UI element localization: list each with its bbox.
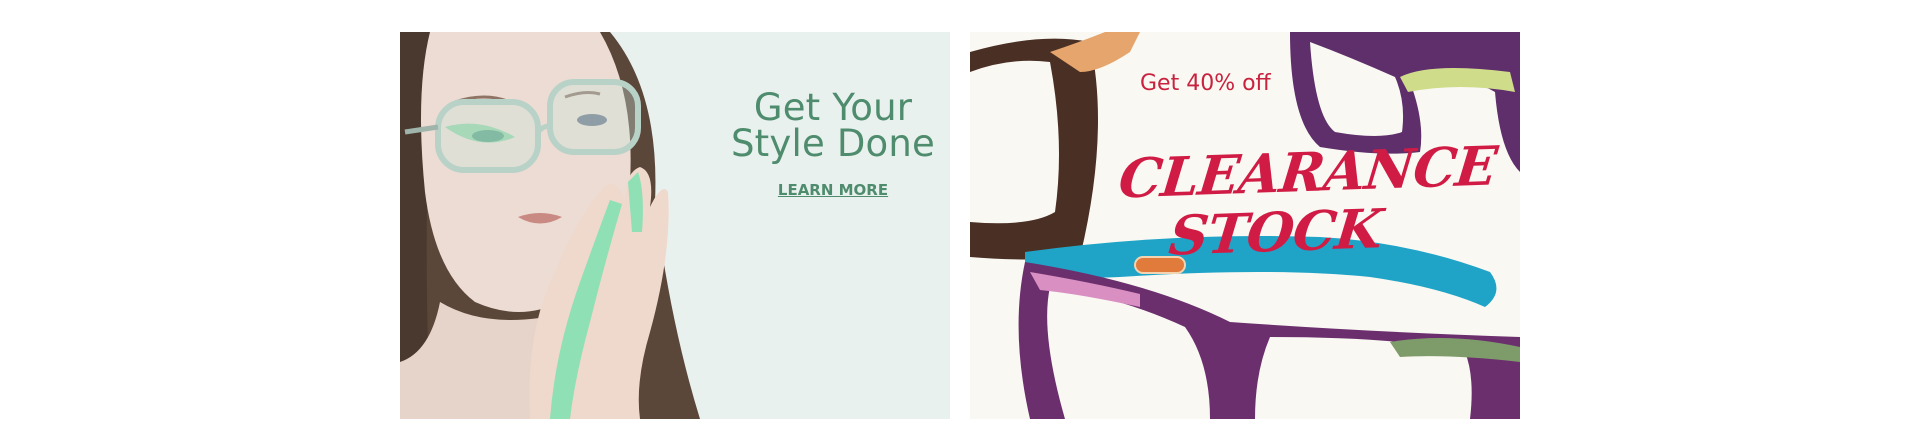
promo-banners: Get Your Style Done LEARN MORE Get 40% o…: [400, 32, 1520, 419]
style-promo-banner[interactable]: Get Your Style Done LEARN MORE: [400, 32, 950, 419]
style-headline-line1: Get Your: [753, 86, 913, 129]
style-headline: Get Your Style Done: [728, 86, 938, 165]
discount-offer-text: Get 40% off: [1140, 71, 1271, 96]
style-headline-line2: Style Done: [730, 122, 936, 165]
learn-more-link[interactable]: LEARN MORE: [728, 181, 938, 199]
stock-headline: STOCK: [1166, 196, 1385, 268]
clearance-promo-banner[interactable]: Get 40% off CLEARANCE STOCK: [970, 32, 1520, 419]
